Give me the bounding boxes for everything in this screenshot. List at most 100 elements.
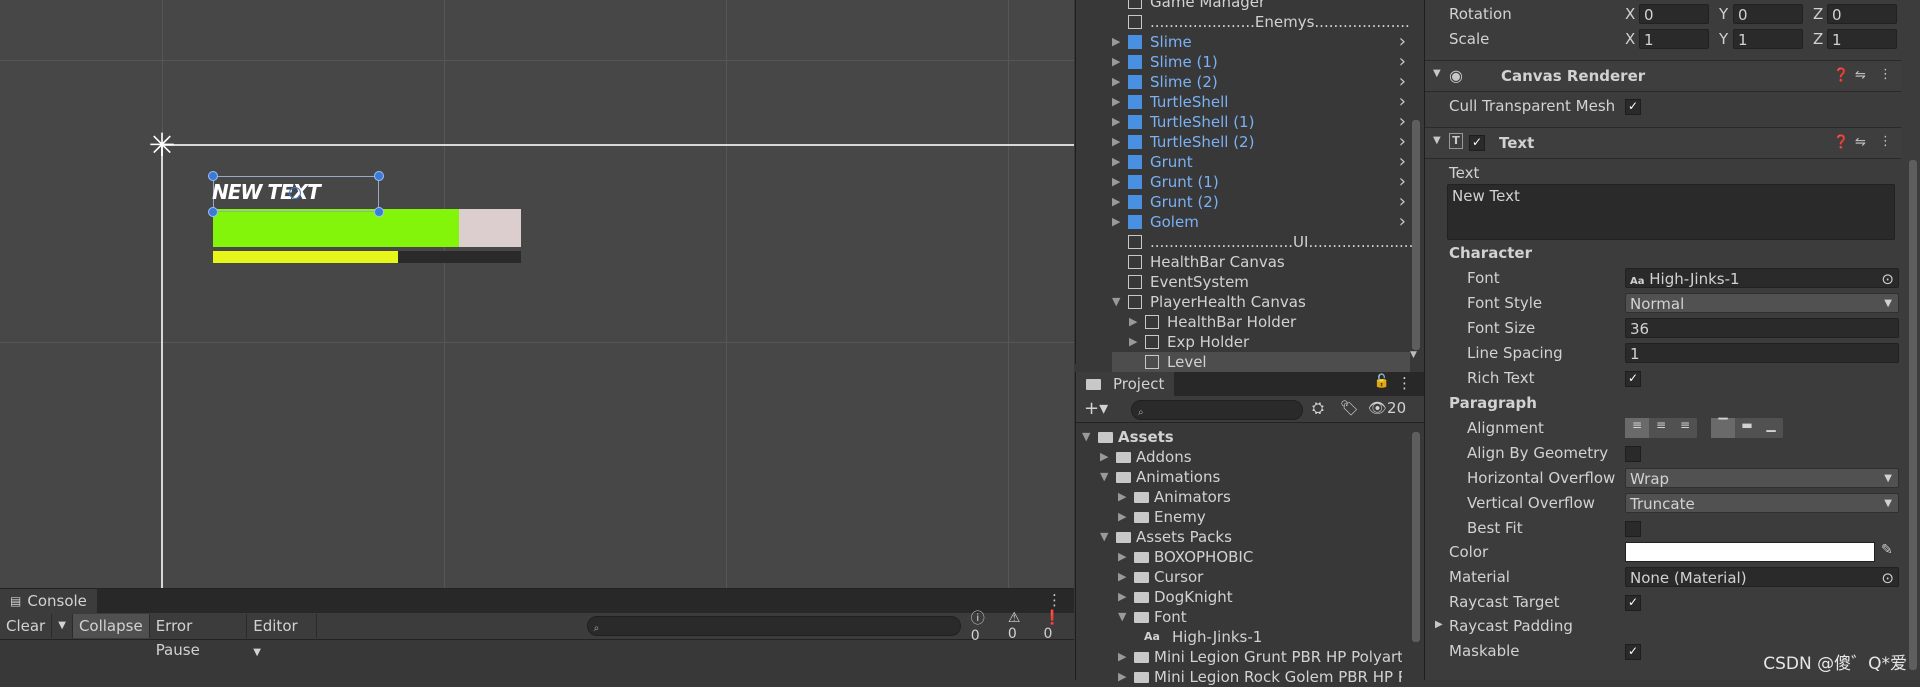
project-tree-item[interactable]: ▶ Mini Legion Grunt PBR HP Polyart [1082, 647, 1402, 667]
material-object-field[interactable]: None (Material) ⊙ [1625, 567, 1899, 587]
foldout-collapsed-icon[interactable]: ▶ [1112, 72, 1120, 92]
preset-icon[interactable]: ⇋ [1855, 135, 1866, 150]
hierarchy-item[interactable]: ▶ Slime (1) › [1112, 52, 1410, 72]
project-tree-item[interactable]: ▶ Cursor [1082, 567, 1402, 587]
project-tree-item[interactable]: ▶ DogKnight [1082, 587, 1402, 607]
hierarchy-item[interactable]: ▶ Golem › [1112, 212, 1410, 232]
collapse-button[interactable]: Collapse [72, 614, 150, 638]
more-options-icon[interactable]: ⋮ [1397, 374, 1412, 392]
foldout-expanded-icon[interactable]: ▼ [1100, 527, 1108, 547]
eyedropper-icon[interactable]: ✎ [1881, 542, 1893, 558]
help-icon[interactable]: ❓ [1833, 135, 1849, 150]
warning-count-toggle[interactable]: ⚠ 0 [1008, 610, 1034, 642]
foldout-collapsed-icon[interactable]: ▶ [1112, 92, 1120, 112]
foldout-collapsed-icon[interactable]: ▶ [1118, 647, 1126, 667]
rect-handle-top-left[interactable] [208, 171, 218, 181]
scroll-down-icon[interactable]: ▼ [1410, 350, 1417, 360]
foldout-arrow-right-icon[interactable]: ▶ [1435, 619, 1443, 630]
color-swatch[interactable] [1625, 542, 1875, 562]
project-tree-item[interactable]: ▼ Animations [1082, 467, 1402, 487]
hierarchy-item[interactable]: Game Manager [1112, 0, 1410, 12]
rotation-x-field[interactable]: 0 [1639, 4, 1709, 24]
foldout-collapsed-icon[interactable]: ▶ [1112, 152, 1120, 172]
filter-by-label-icon[interactable]: 🏷 [1340, 399, 1359, 417]
hierarchy-item[interactable]: ▶ Slime (2) › [1112, 72, 1410, 92]
hierarchy-item[interactable]: ..............................UI........… [1112, 232, 1413, 252]
rect-pivot-icon[interactable] [289, 187, 301, 199]
lock-icon[interactable]: 🔓 [1374, 374, 1390, 389]
hierarchy-item[interactable]: ▶ Slime › [1112, 32, 1410, 52]
align-middle-icon[interactable]: ▬ [1735, 418, 1759, 438]
open-prefab-chevron-icon[interactable]: › [1399, 32, 1406, 52]
line-spacing-field[interactable]: 1 [1625, 343, 1899, 363]
hierarchy-item[interactable]: ▶ Exp Holder [1112, 332, 1410, 352]
project-tree-item[interactable]: ▼ Font [1082, 607, 1402, 627]
object-picker-icon[interactable]: ⊙ [1881, 269, 1894, 289]
text-enabled-checkbox[interactable]: ✓ [1469, 135, 1485, 151]
cull-transparent-mesh-checkbox[interactable]: ✓ [1625, 99, 1641, 115]
open-prefab-chevron-icon[interactable]: › [1399, 212, 1406, 232]
rotation-z-field[interactable]: 0 [1827, 4, 1897, 24]
foldout-expanded-icon[interactable]: ▼ [1082, 427, 1090, 447]
horizontal-overflow-dropdown[interactable]: Wrap ▼ [1625, 468, 1899, 488]
project-scrollbar[interactable] [1412, 432, 1420, 642]
open-prefab-chevron-icon[interactable]: › [1399, 172, 1406, 192]
preset-icon[interactable]: ⇋ [1855, 68, 1866, 83]
scale-y-field[interactable]: 1 [1733, 29, 1803, 49]
project-tree-item[interactable]: Aa High-Jinks-1 [1082, 627, 1402, 647]
more-options-icon[interactable]: ⋮ [1879, 134, 1892, 149]
foldout-collapsed-icon[interactable]: ▶ [1118, 547, 1126, 567]
foldout-collapsed-icon[interactable]: ▶ [1112, 132, 1120, 152]
rect-handle-bottom-right[interactable] [374, 207, 384, 217]
canvas-renderer-header[interactable]: ▼ ◉ Canvas Renderer ❓ ⇋ ⋮ [1425, 60, 1901, 92]
pivot-icon[interactable]: ✳ [146, 129, 178, 161]
rich-text-checkbox[interactable]: ✓ [1625, 371, 1641, 387]
align-center-icon[interactable]: ≡ [1649, 418, 1673, 438]
foldout-expanded-icon[interactable]: ▼ [1100, 467, 1108, 487]
scene-view[interactable]: ✳ NEW TEXT [0, 0, 1074, 588]
project-tree-item[interactable]: ▶ BOXOPHOBIC [1082, 547, 1402, 567]
clear-button[interactable]: Clear [0, 614, 53, 638]
project-tree-item[interactable]: ▼ Assets Packs [1082, 527, 1402, 547]
tab-console[interactable]: ▤ Console [0, 589, 97, 613]
project-tree-item[interactable]: ▼ Assets [1082, 427, 1402, 447]
inspector-scrollbar[interactable] [1909, 160, 1917, 670]
open-prefab-chevron-icon[interactable]: › [1399, 132, 1406, 152]
font-object-field[interactable]: Aa High-Jinks-1 ⊙ [1625, 268, 1899, 288]
scale-z-field[interactable]: 1 [1827, 29, 1897, 49]
open-prefab-chevron-icon[interactable]: › [1399, 152, 1406, 172]
project-tree-item[interactable]: ▶ Animators [1082, 487, 1402, 507]
foldout-collapsed-icon[interactable]: ▶ [1118, 567, 1126, 587]
create-plus-icon[interactable]: +▾ [1084, 398, 1108, 419]
foldout-collapsed-icon[interactable]: ▶ [1118, 507, 1126, 527]
hidden-packages-toggle[interactable]: 👁20 [1368, 399, 1406, 417]
text-component-header[interactable]: ▼ T ✓ Text ❓ ⇋ ⋮ [1425, 127, 1901, 159]
best-fit-checkbox[interactable] [1625, 521, 1641, 537]
foldout-arrow-icon[interactable]: ▼ [1433, 135, 1441, 146]
align-top-icon[interactable]: ▔ [1711, 418, 1735, 438]
raycast-target-checkbox[interactable]: ✓ [1625, 595, 1641, 611]
more-options-icon[interactable]: ⋮ [1047, 591, 1062, 609]
foldout-collapsed-icon[interactable]: ▶ [1112, 172, 1120, 192]
editor-dropdown[interactable]: Editor ▼ [247, 614, 317, 658]
hierarchy-item[interactable]: ▶ TurtleShell (1) › [1112, 112, 1410, 132]
open-prefab-chevron-icon[interactable]: › [1399, 92, 1406, 112]
hierarchy-item[interactable]: ▶ TurtleShell › [1112, 92, 1410, 112]
hierarchy-item[interactable]: ▶ Grunt (2) › [1112, 192, 1410, 212]
hierarchy-scrollbar[interactable] [1412, 120, 1420, 350]
foldout-collapsed-icon[interactable]: ▶ [1118, 487, 1126, 507]
error-pause-button[interactable]: Error Pause [150, 614, 248, 659]
error-count-toggle[interactable]: ❗ 0 [1044, 610, 1075, 642]
foldout-expanded-icon[interactable]: ▼ [1112, 292, 1120, 312]
project-tree-item[interactable]: ▶ Addons [1082, 447, 1402, 467]
text-area[interactable]: New Text [1447, 184, 1895, 240]
foldout-collapsed-icon[interactable]: ▶ [1129, 312, 1137, 332]
hierarchy-item[interactable]: ▶ Grunt › [1112, 152, 1410, 172]
hierarchy-item[interactable]: ......................Enemys............… [1112, 12, 1410, 32]
foldout-collapsed-icon[interactable]: ▶ [1112, 212, 1120, 232]
hierarchy-item[interactable]: Level [1112, 352, 1410, 372]
hierarchy-item[interactable]: ▼ PlayerHealth Canvas [1112, 292, 1410, 312]
foldout-expanded-icon[interactable]: ▼ [1118, 607, 1126, 627]
help-icon[interactable]: ❓ [1833, 68, 1849, 83]
project-search-input[interactable]: ⌕ [1131, 400, 1303, 420]
